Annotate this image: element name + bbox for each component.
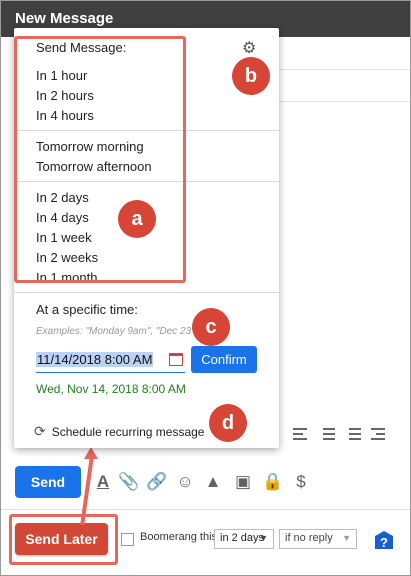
chevron-down-icon: ▼ xyxy=(342,533,351,543)
delay-select[interactable]: in 2 days ▼ xyxy=(214,529,274,549)
calendar-icon[interactable] xyxy=(169,353,183,366)
schedule-recurring-link[interactable]: ⟳ Schedule recurring message xyxy=(34,423,204,440)
delay-value: in 2 days xyxy=(220,532,265,544)
text-format-icon[interactable]: A xyxy=(93,472,113,492)
chevron-down-icon: ▼ xyxy=(259,533,268,543)
photo-icon[interactable]: ▣ xyxy=(233,472,253,492)
emoji-icon[interactable]: ☺ xyxy=(175,472,195,492)
datetime-value: 11/14/2018 8:00 AM xyxy=(36,352,154,367)
attach-icon[interactable]: 📎 xyxy=(118,472,139,492)
align-icon[interactable] xyxy=(293,427,309,441)
indent-icon[interactable] xyxy=(371,427,387,441)
recurring-label: Schedule recurring message xyxy=(51,424,205,439)
confirm-button[interactable]: Confirm xyxy=(191,346,257,373)
boomerang-checkbox[interactable] xyxy=(121,533,134,546)
window-title: New Message xyxy=(15,10,114,27)
examples-hint: Examples: "Monday 9am", "Dec 23" xyxy=(36,326,195,337)
help-icon[interactable]: ? xyxy=(373,529,395,551)
send-button[interactable]: Send xyxy=(15,466,81,498)
annotation-badge-b: b xyxy=(232,57,270,95)
subject-divider xyxy=(279,101,409,102)
numbered-list-icon[interactable] xyxy=(319,427,335,441)
recipients-divider xyxy=(279,69,409,70)
bulleted-list-icon[interactable] xyxy=(345,427,361,441)
parsed-date: Wed, Nov 14, 2018 8:00 AM xyxy=(36,382,186,396)
boomerang-label: Boomerang this xyxy=(140,531,218,543)
annotation-badge-c: c xyxy=(192,308,230,346)
help-symbol: ? xyxy=(380,535,388,550)
dollar-icon[interactable]: $ xyxy=(291,472,311,492)
link-icon[interactable]: 🔗 xyxy=(146,472,167,492)
refresh-icon: ⟳ xyxy=(34,423,46,439)
gear-icon[interactable]: ⚙ xyxy=(242,38,256,58)
reply-condition-value: if no reply xyxy=(285,532,333,544)
formatting-toolbar xyxy=(283,419,411,449)
reply-condition-select[interactable]: if no reply ▼ xyxy=(279,529,357,549)
annotation-box-a xyxy=(14,36,186,283)
specific-time-label: At a specific time: xyxy=(36,302,138,317)
datetime-input[interactable]: 11/14/2018 8:00 AM xyxy=(36,348,185,373)
divider xyxy=(14,292,279,293)
drive-icon[interactable]: ▲ xyxy=(203,472,223,492)
annotation-badge-d: d xyxy=(209,404,247,442)
footer-divider xyxy=(1,509,410,510)
confidential-mode-icon[interactable]: 🔒 xyxy=(262,472,283,492)
annotation-arrow-head xyxy=(84,447,98,459)
annotation-badge-a: a xyxy=(118,200,156,238)
send-later-button[interactable]: Send Later xyxy=(15,523,108,555)
